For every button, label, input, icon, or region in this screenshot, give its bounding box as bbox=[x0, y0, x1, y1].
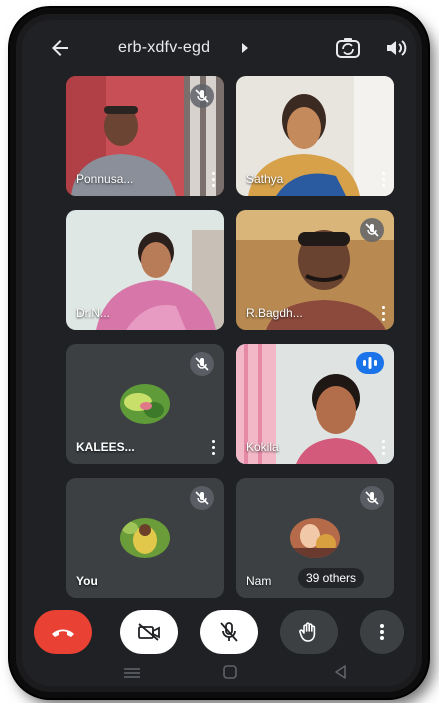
participant-tile-self[interactable]: You bbox=[66, 478, 224, 598]
more-vert-icon bbox=[380, 624, 384, 640]
raise-hand-button[interactable] bbox=[280, 610, 338, 654]
camera-off-icon bbox=[138, 623, 160, 641]
more-options-button[interactable] bbox=[360, 610, 404, 654]
participant-tile[interactable]: KALEES... bbox=[66, 344, 224, 464]
more-vert-icon[interactable] bbox=[380, 172, 386, 188]
avatar bbox=[290, 518, 340, 558]
arrow-left-icon[interactable] bbox=[48, 36, 72, 60]
end-call-button[interactable] bbox=[34, 610, 92, 654]
more-vert-icon[interactable] bbox=[210, 172, 216, 188]
camera-toggle-button[interactable] bbox=[120, 610, 178, 654]
call-controls bbox=[22, 600, 416, 660]
participant-name: Nam bbox=[246, 574, 272, 588]
participant-name: R.Bagdh... bbox=[246, 306, 303, 320]
back-nav-icon bbox=[335, 665, 346, 679]
mic-toggle-button[interactable] bbox=[200, 610, 258, 654]
meeting-code[interactable]: erb-xdfv-egd bbox=[118, 39, 210, 57]
more-vert-icon[interactable] bbox=[210, 440, 216, 456]
hand-icon bbox=[299, 622, 316, 642]
mic-off-icon bbox=[360, 486, 384, 510]
speaker-icon[interactable] bbox=[384, 37, 408, 59]
avatar bbox=[120, 518, 170, 558]
participant-tile-others[interactable]: Nam 39 others bbox=[236, 478, 394, 598]
participant-tile-active-speaker[interactable]: Kokila bbox=[236, 344, 394, 464]
mic-off-icon bbox=[360, 218, 384, 242]
mic-off-icon bbox=[190, 352, 214, 376]
home-icon bbox=[223, 665, 237, 679]
mic-off-icon bbox=[190, 486, 214, 510]
participant-name: Ponnusa... bbox=[76, 172, 134, 186]
participant-name: You bbox=[76, 574, 98, 588]
camera-switch-icon[interactable] bbox=[335, 36, 361, 60]
top-bar: erb-xdfv-egd bbox=[22, 20, 416, 72]
participant-name: KALEES... bbox=[76, 440, 135, 454]
participant-tile[interactable]: Dr.N... bbox=[66, 210, 224, 330]
more-vert-icon[interactable] bbox=[380, 306, 386, 322]
more-vert-icon[interactable] bbox=[380, 440, 386, 456]
participant-tile[interactable]: Sathya bbox=[236, 76, 394, 196]
avatar bbox=[120, 384, 170, 424]
system-navigation-bar bbox=[22, 660, 416, 686]
others-count-badge: 39 others bbox=[298, 568, 365, 588]
recent-apps-icon bbox=[124, 668, 140, 678]
chevron-right-icon[interactable] bbox=[242, 43, 248, 53]
participant-tile[interactable]: Ponnusa... bbox=[66, 76, 224, 196]
meet-screen: erb-xdfv-egd Ponnusa... Sathya Dr.N... R… bbox=[22, 20, 416, 686]
participant-name: Kokila bbox=[246, 440, 279, 454]
hang-up-icon bbox=[52, 629, 74, 637]
phone-frame: erb-xdfv-egd Ponnusa... Sathya Dr.N... R… bbox=[10, 8, 428, 698]
mic-off-icon bbox=[190, 84, 214, 108]
mic-off-icon bbox=[220, 622, 238, 642]
participant-name: Dr.N... bbox=[76, 306, 111, 320]
participant-tile[interactable]: R.Bagdh... bbox=[236, 210, 394, 330]
participant-name: Sathya bbox=[246, 172, 284, 186]
speaking-indicator-icon bbox=[356, 352, 384, 374]
